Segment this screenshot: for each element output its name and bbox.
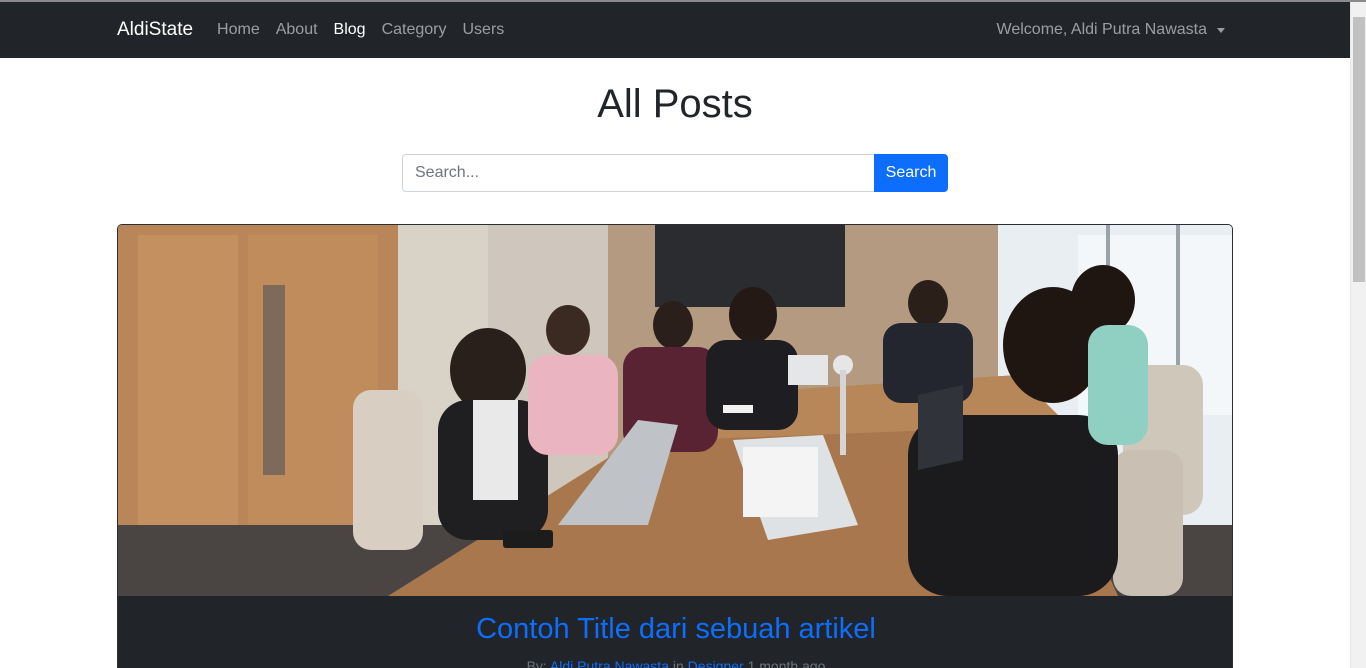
brand-logo[interactable]: AldiState xyxy=(117,19,193,41)
post-card-body: Contoh Title dari sebuah artikel By: Ald… xyxy=(118,596,1232,668)
post-image[interactable] xyxy=(118,225,1233,596)
search-input[interactable] xyxy=(402,154,874,192)
nav-link-blog[interactable]: Blog xyxy=(334,21,366,39)
post-author-link[interactable]: Aldi Putra Nawasta xyxy=(550,658,669,668)
nav-link-about[interactable]: About xyxy=(276,21,318,39)
caret-down-icon xyxy=(1217,28,1225,33)
nav-link-category[interactable]: Category xyxy=(382,21,447,39)
nav-link-users[interactable]: Users xyxy=(463,21,505,39)
navbar-container: AldiState Home About Blog Category Users… xyxy=(117,2,1225,58)
user-menu-label: Welcome, Aldi Putra Nawasta xyxy=(996,21,1207,38)
post-meta-by-label: By: xyxy=(526,658,547,668)
post-title-link[interactable]: Contoh Title dari sebuah artikel xyxy=(118,613,1232,646)
nav-link-home[interactable]: Home xyxy=(217,21,260,39)
post-meta: By: Aldi Putra Nawasta in Designer 1 mon… xyxy=(118,658,1232,668)
search-form: Search xyxy=(402,154,948,192)
search-button[interactable]: Search xyxy=(874,154,948,192)
navbar: AldiState Home About Blog Category Users… xyxy=(0,2,1350,58)
post-category-link[interactable]: Designer xyxy=(688,658,744,668)
nav-links: Home About Blog Category Users xyxy=(217,21,520,39)
post-card: Contoh Title dari sebuah artikel By: Ald… xyxy=(117,224,1233,668)
page-title: All Posts xyxy=(597,82,753,126)
user-menu-dropdown[interactable]: Welcome, Aldi Putra Nawasta xyxy=(997,21,1225,39)
scrollbar-thumb[interactable] xyxy=(1353,17,1365,282)
post-time: 1 month ago xyxy=(747,658,826,668)
post-meta-in-label: in xyxy=(672,658,684,668)
page-scrollbar[interactable] xyxy=(1350,2,1366,668)
